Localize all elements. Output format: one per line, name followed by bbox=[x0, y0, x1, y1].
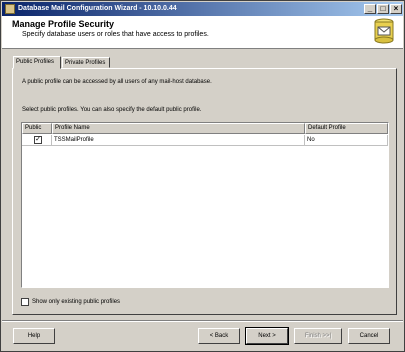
wizard-header: Manage Profile Security Specify database… bbox=[2, 16, 403, 49]
show-existing-label[interactable]: Show only existing public profiles bbox=[32, 297, 120, 307]
column-header-profile-name[interactable]: Profile Name bbox=[52, 123, 305, 134]
column-header-default-profile[interactable]: Default Profile bbox=[305, 123, 388, 134]
database-mail-icon bbox=[374, 18, 394, 44]
window-title: Database Mail Configuration Wizard - 10.… bbox=[18, 5, 177, 12]
profile-name-cell[interactable]: TSSMailProfile bbox=[52, 135, 305, 146]
title-bar: Database Mail Configuration Wizard - 10.… bbox=[2, 2, 403, 16]
close-button[interactable]: × bbox=[390, 4, 402, 14]
minimize-button[interactable]: _ bbox=[364, 4, 376, 14]
default-profile-cell[interactable]: No bbox=[305, 135, 388, 146]
help-button[interactable]: Help bbox=[13, 328, 55, 344]
column-header-public[interactable]: Public bbox=[22, 123, 52, 134]
public-profile-description: A public profile can be accessed by all … bbox=[22, 79, 212, 85]
tab-private-profiles[interactable]: Private Profiles bbox=[62, 57, 110, 68]
select-instruction: Select public profiles. You can also spe… bbox=[22, 107, 202, 113]
table-row[interactable]: ✓ TSSMailProfile No bbox=[22, 135, 388, 146]
page-subtitle: Specify database users or roles that hav… bbox=[22, 31, 209, 38]
wizard-window: Database Mail Configuration Wizard - 10.… bbox=[0, 0, 405, 352]
show-existing-checkbox[interactable] bbox=[21, 298, 29, 306]
cancel-button[interactable]: Cancel bbox=[348, 328, 390, 344]
back-button[interactable]: < Back bbox=[198, 328, 240, 344]
grid-header: Public Profile Name Default Profile bbox=[22, 123, 388, 134]
finish-button[interactable]: Finish >>| bbox=[294, 328, 342, 344]
profiles-grid: Public Profile Name Default Profile ✓ TS… bbox=[21, 122, 389, 288]
public-cell: ✓ bbox=[22, 135, 52, 146]
footer-separator bbox=[2, 320, 403, 322]
public-checkbox[interactable]: ✓ bbox=[34, 136, 42, 144]
tab-public-profiles[interactable]: Public Profiles bbox=[13, 56, 61, 69]
maximize-button[interactable]: □ bbox=[377, 4, 389, 14]
next-button[interactable]: Next > bbox=[245, 327, 289, 345]
page-title: Manage Profile Security bbox=[12, 19, 115, 29]
app-icon bbox=[5, 4, 15, 14]
